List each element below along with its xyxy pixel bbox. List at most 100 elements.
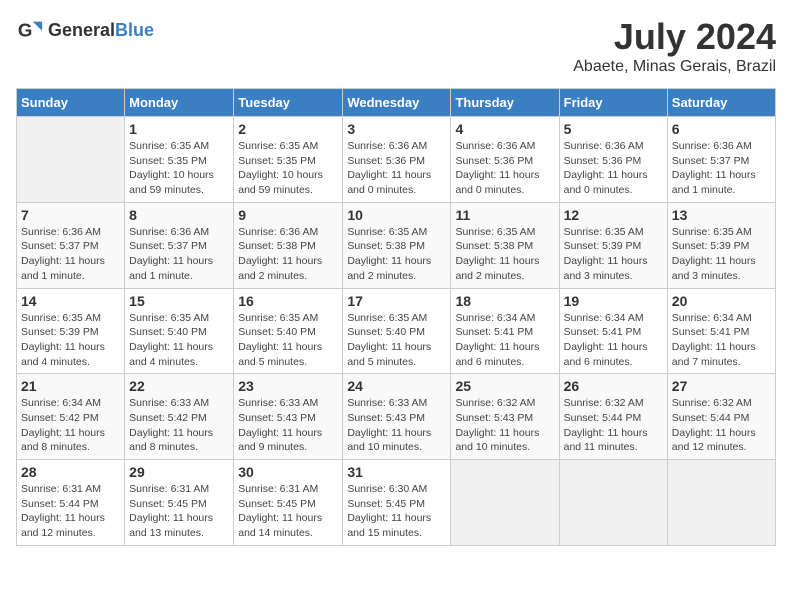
day-cell xyxy=(17,117,125,203)
day-number: 4 xyxy=(455,121,554,137)
header-saturday: Saturday xyxy=(667,89,775,117)
day-info: Sunrise: 6:34 AM Sunset: 5:41 PM Dayligh… xyxy=(672,311,771,370)
day-cell xyxy=(451,460,559,546)
day-cell: 28Sunrise: 6:31 AM Sunset: 5:44 PM Dayli… xyxy=(17,460,125,546)
day-number: 6 xyxy=(672,121,771,137)
day-cell: 29 Sunrise: 6:31 AM Sunset: 5:45 PM Dayli… xyxy=(125,460,234,546)
day-number: 7 xyxy=(21,207,120,223)
day-number: 17 xyxy=(347,293,446,309)
logo: G GeneralBlue xyxy=(16,16,154,44)
day-info: Sunrise: 6:32 AM Sunset: 5:43 PM Dayligh… xyxy=(455,396,554,455)
day-cell: 2 Sunrise: 6:35 AM Sunset: 5:35 PM Daylig… xyxy=(234,117,343,203)
day-cell xyxy=(559,460,667,546)
calendar-header-row: SundayMondayTuesdayWednesdayThursdayFrid… xyxy=(17,89,776,117)
day-info: Sunrise: 6:36 AM Sunset: 5:37 PM Dayligh… xyxy=(672,139,771,198)
header-tuesday: Tuesday xyxy=(234,89,343,117)
day-cell: 30Sunrise: 6:31 AM Sunset: 5:45 PM Dayli… xyxy=(234,460,343,546)
day-cell: 3 Sunrise: 6:36 AM Sunset: 5:36 PM Daylig… xyxy=(343,117,451,203)
day-number: 29 xyxy=(129,464,229,480)
day-number: 11 xyxy=(455,207,554,223)
calendar-body: 1Sunrise: 6:35 AM Sunset: 5:35 PM Daylig… xyxy=(17,117,776,546)
day-info: Sunrise: 6:36 AM Sunset: 5:37 PM Dayligh… xyxy=(129,225,229,284)
day-info: Sunrise: 6:34 AM Sunset: 5:42 PM Dayligh… xyxy=(21,396,120,455)
day-cell: 8Sunrise: 6:36 AM Sunset: 5:37 PM Daylig… xyxy=(125,202,234,288)
day-info: Sunrise: 6:36 AM Sunset: 5:36 PM Dayligh… xyxy=(564,139,663,198)
day-info: Sunrise: 6:36 AM Sunset: 5:37 PM Dayligh… xyxy=(21,225,120,284)
day-cell: 26Sunrise: 6:32 AM Sunset: 5:44 PM Dayli… xyxy=(559,374,667,460)
day-number: 2 xyxy=(238,121,338,137)
week-row-3: 14 Sunrise: 6:35 AM Sunset: 5:39 PM Dayli… xyxy=(17,288,776,374)
day-cell: 25 Sunrise: 6:32 AM Sunset: 5:43 PM Dayli… xyxy=(451,374,559,460)
day-cell: 7 Sunrise: 6:36 AM Sunset: 5:37 PM Daylig… xyxy=(17,202,125,288)
day-number: 5 xyxy=(564,121,663,137)
day-cell: 27Sunrise: 6:32 AM Sunset: 5:44 PM Dayli… xyxy=(667,374,775,460)
day-cell: 14 Sunrise: 6:35 AM Sunset: 5:39 PM Dayli… xyxy=(17,288,125,374)
day-number: 14 xyxy=(21,293,120,309)
svg-text:G: G xyxy=(18,20,33,41)
day-info: Sunrise: 6:35 AM Sunset: 5:40 PM Dayligh… xyxy=(238,311,338,370)
day-cell: 10Sunrise: 6:35 AM Sunset: 5:38 PM Dayli… xyxy=(343,202,451,288)
day-number: 23 xyxy=(238,378,338,394)
day-cell: 31 Sunrise: 6:30 AM Sunset: 5:45 PM Dayli… xyxy=(343,460,451,546)
day-cell: 19 Sunrise: 6:34 AM Sunset: 5:41 PM Dayli… xyxy=(559,288,667,374)
day-cell: 24 Sunrise: 6:33 AM Sunset: 5:43 PM Dayli… xyxy=(343,374,451,460)
calendar-subtitle: Abaete, Minas Gerais, Brazil xyxy=(573,58,776,76)
day-info: Sunrise: 6:35 AM Sunset: 5:35 PM Dayligh… xyxy=(238,139,338,198)
day-info: Sunrise: 6:35 AM Sunset: 5:40 PM Dayligh… xyxy=(347,311,446,370)
day-number: 3 xyxy=(347,121,446,137)
day-cell: 11 Sunrise: 6:35 AM Sunset: 5:38 PM Dayli… xyxy=(451,202,559,288)
day-info: Sunrise: 6:30 AM Sunset: 5:45 PM Dayligh… xyxy=(347,482,446,541)
day-number: 18 xyxy=(455,293,554,309)
day-number: 9 xyxy=(238,207,338,223)
day-number: 24 xyxy=(347,378,446,394)
header-thursday: Thursday xyxy=(451,89,559,117)
logo-general: General xyxy=(48,20,115,40)
day-info: Sunrise: 6:33 AM Sunset: 5:43 PM Dayligh… xyxy=(238,396,338,455)
day-number: 25 xyxy=(455,378,554,394)
day-cell: 4 Sunrise: 6:36 AM Sunset: 5:36 PM Daylig… xyxy=(451,117,559,203)
calendar-table: SundayMondayTuesdayWednesdayThursdayFrid… xyxy=(16,88,776,546)
week-row-2: 7 Sunrise: 6:36 AM Sunset: 5:37 PM Daylig… xyxy=(17,202,776,288)
day-cell xyxy=(667,460,775,546)
day-info: Sunrise: 6:36 AM Sunset: 5:36 PM Dayligh… xyxy=(347,139,446,198)
day-info: Sunrise: 6:35 AM Sunset: 5:39 PM Dayligh… xyxy=(672,225,771,284)
calendar-title: July 2024 xyxy=(573,16,776,58)
day-info: Sunrise: 6:31 AM Sunset: 5:45 PM Dayligh… xyxy=(129,482,229,541)
day-info: Sunrise: 6:35 AM Sunset: 5:38 PM Dayligh… xyxy=(347,225,446,284)
day-number: 16 xyxy=(238,293,338,309)
day-info: Sunrise: 6:36 AM Sunset: 5:38 PM Dayligh… xyxy=(238,225,338,284)
header-friday: Friday xyxy=(559,89,667,117)
day-cell: 18 Sunrise: 6:34 AM Sunset: 5:41 PM Dayli… xyxy=(451,288,559,374)
day-number: 22 xyxy=(129,378,229,394)
day-number: 20 xyxy=(672,293,771,309)
title-area: July 2024 Abaete, Minas Gerais, Brazil xyxy=(573,16,776,76)
day-number: 27 xyxy=(672,378,771,394)
day-cell: 5 Sunrise: 6:36 AM Sunset: 5:36 PM Daylig… xyxy=(559,117,667,203)
day-cell: 15Sunrise: 6:35 AM Sunset: 5:40 PM Dayli… xyxy=(125,288,234,374)
day-cell: 16 Sunrise: 6:35 AM Sunset: 5:40 PM Dayli… xyxy=(234,288,343,374)
week-row-4: 21Sunrise: 6:34 AM Sunset: 5:42 PM Dayli… xyxy=(17,374,776,460)
day-cell: 20 Sunrise: 6:34 AM Sunset: 5:41 PM Dayli… xyxy=(667,288,775,374)
day-number: 31 xyxy=(347,464,446,480)
day-cell: 21Sunrise: 6:34 AM Sunset: 5:42 PM Dayli… xyxy=(17,374,125,460)
day-info: Sunrise: 6:35 AM Sunset: 5:38 PM Dayligh… xyxy=(455,225,554,284)
day-cell: 13Sunrise: 6:35 AM Sunset: 5:39 PM Dayli… xyxy=(667,202,775,288)
day-number: 26 xyxy=(564,378,663,394)
day-cell: 1Sunrise: 6:35 AM Sunset: 5:35 PM Daylig… xyxy=(125,117,234,203)
day-number: 19 xyxy=(564,293,663,309)
logo-icon: G xyxy=(16,16,44,44)
page-header: G GeneralBlue July 2024 Abaete, Minas Ge… xyxy=(16,16,776,76)
logo-blue: Blue xyxy=(115,20,154,40)
day-info: Sunrise: 6:34 AM Sunset: 5:41 PM Dayligh… xyxy=(455,311,554,370)
header-wednesday: Wednesday xyxy=(343,89,451,117)
day-cell: 6 Sunrise: 6:36 AM Sunset: 5:37 PM Daylig… xyxy=(667,117,775,203)
day-cell: 12Sunrise: 6:35 AM Sunset: 5:39 PM Dayli… xyxy=(559,202,667,288)
day-info: Sunrise: 6:35 AM Sunset: 5:35 PM Dayligh… xyxy=(129,139,229,198)
day-info: Sunrise: 6:36 AM Sunset: 5:36 PM Dayligh… xyxy=(455,139,554,198)
day-info: Sunrise: 6:34 AM Sunset: 5:41 PM Dayligh… xyxy=(564,311,663,370)
day-info: Sunrise: 6:33 AM Sunset: 5:43 PM Dayligh… xyxy=(347,396,446,455)
day-number: 28 xyxy=(21,464,120,480)
day-info: Sunrise: 6:35 AM Sunset: 5:39 PM Dayligh… xyxy=(21,311,120,370)
week-row-1: 1Sunrise: 6:35 AM Sunset: 5:35 PM Daylig… xyxy=(17,117,776,203)
day-info: Sunrise: 6:35 AM Sunset: 5:40 PM Dayligh… xyxy=(129,311,229,370)
